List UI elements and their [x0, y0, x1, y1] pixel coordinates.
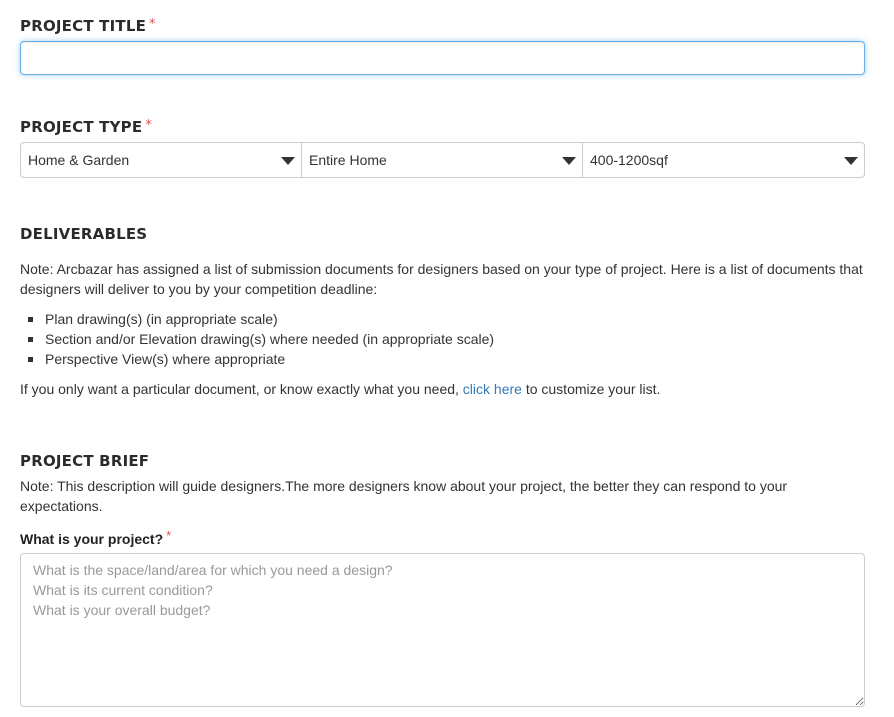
category-select-value: Home & Garden	[28, 152, 130, 168]
project-type-label-text: PROJECT TYPE	[20, 118, 143, 136]
project-title-label-text: PROJECT TITLE	[20, 17, 147, 35]
project-title-section: PROJECT TITLE *	[20, 15, 865, 75]
deliverables-section: DELIVERABLES Note: Arcbazar has assigned…	[20, 224, 865, 397]
project-question-text: What is your project?	[20, 531, 164, 547]
caret-down-icon	[281, 157, 295, 165]
project-description-textarea[interactable]	[20, 553, 865, 707]
project-type-label: PROJECT TYPE *	[20, 116, 865, 137]
customize-list-link[interactable]: click here	[463, 381, 522, 397]
required-asterisk: *	[149, 17, 156, 32]
caret-down-icon	[562, 157, 576, 165]
required-asterisk: *	[166, 528, 172, 543]
list-item: Plan drawing(s) (in appropriate scale)	[27, 309, 494, 329]
project-brief-heading: PROJECT BRIEF	[20, 452, 150, 470]
category-select[interactable]: Home & Garden	[20, 142, 302, 178]
deliverables-heading: DELIVERABLES	[20, 225, 148, 243]
customize-prefix: If you only want a particular document, …	[20, 381, 459, 397]
project-title-input[interactable]	[20, 41, 865, 75]
project-title-label: PROJECT TITLE *	[20, 15, 865, 36]
deliverables-list: Plan drawing(s) (in appropriate scale) S…	[20, 309, 494, 369]
customize-text: If you only want a particular document, …	[20, 379, 865, 399]
size-select[interactable]: 400-1200sqf	[583, 142, 865, 178]
project-brief-section: PROJECT BRIEF Note: This description wil…	[20, 451, 865, 707]
project-type-section: PROJECT TYPE * Home & Garden Entire Home …	[20, 116, 865, 178]
project-type-selects: Home & Garden Entire Home 400-1200sqf	[20, 142, 865, 178]
required-asterisk: *	[145, 118, 153, 133]
subcategory-select-value: Entire Home	[309, 152, 387, 168]
project-question-label: What is your project? *	[20, 526, 171, 549]
subcategory-select[interactable]: Entire Home	[302, 142, 583, 178]
size-select-value: 400-1200sqf	[590, 152, 668, 168]
list-item: Perspective View(s) where appropriate	[27, 349, 494, 369]
customize-suffix: to customize your list.	[525, 381, 661, 397]
deliverables-note: Note: Arcbazar has assigned a list of su…	[20, 261, 863, 297]
list-item: Section and/or Elevation drawing(s) wher…	[27, 331, 495, 347]
project-brief-note: Note: This description will guide design…	[20, 478, 788, 514]
caret-down-icon	[844, 157, 858, 165]
